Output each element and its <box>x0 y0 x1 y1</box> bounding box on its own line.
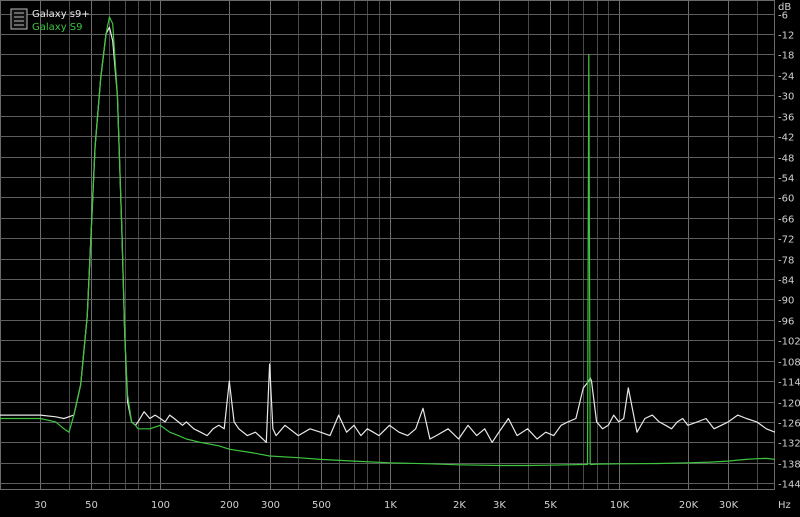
y-tick-label: -114 <box>778 378 800 389</box>
y-tick-label: -18 <box>778 51 794 62</box>
y-tick-label: -54 <box>778 174 794 185</box>
x-tick-label: 2K <box>453 500 466 511</box>
x-unit-label: Hz <box>778 500 791 511</box>
y-tick-label: -126 <box>778 419 800 430</box>
x-tick-label: 5K <box>544 500 557 511</box>
legend-label-galaxy-s9-plus: Galaxy s9+ <box>32 9 90 20</box>
plot-background <box>0 0 800 513</box>
x-tick-label: 20K <box>679 500 699 511</box>
legend-label-galaxy-s9: Galaxy S9 <box>32 22 83 33</box>
x-tick-label: 300 <box>261 500 280 511</box>
y-tick-label: -24 <box>778 72 794 83</box>
y-tick-label: -144 <box>778 480 800 491</box>
x-tick-label: 10K <box>610 500 630 511</box>
x-tick-label: 500 <box>312 500 331 511</box>
y-tick-label: -48 <box>778 154 794 165</box>
y-tick-label: -78 <box>778 256 794 267</box>
y-tick-label: -96 <box>778 317 794 328</box>
y-tick-label: -30 <box>778 92 794 103</box>
y-unit-label: dB <box>778 2 791 13</box>
x-tick-label: 100 <box>151 500 170 511</box>
y-tick-label: -42 <box>778 133 794 144</box>
x-tick-label: 50 <box>85 500 98 511</box>
x-tick-label: 1K <box>384 500 397 511</box>
y-tick-label: -60 <box>778 194 794 205</box>
y-tick-label: -120 <box>778 399 800 410</box>
legend-icon <box>10 8 28 30</box>
y-tick-label: -72 <box>778 235 794 246</box>
y-tick-label: -84 <box>778 276 794 287</box>
y-tick-label: -102 <box>778 337 800 348</box>
y-tick-label: -66 <box>778 215 794 226</box>
spectrum-chart: 30 50 100 200 300 500 1K 2K 3K 5K 10K 20K 30K -6 -12-… <box>0 0 800 513</box>
y-tick-label: -90 <box>778 296 794 307</box>
x-tick-label: 30 <box>34 500 47 511</box>
y-tick-label: -132 <box>778 439 800 450</box>
y-tick-label: -138 <box>778 460 800 471</box>
x-tick-label: 200 <box>220 500 239 511</box>
y-tick-label: -108 <box>778 358 800 369</box>
x-tick-label: 30K <box>719 500 739 511</box>
y-tick-label: -36 <box>778 113 794 124</box>
y-tick-label: -12 <box>778 31 794 42</box>
chart-svg: 30 50 100 200 300 500 1K 2K 3K 5K 10K 20K 30K -6-12-… <box>0 0 800 513</box>
x-tick-label: 3K <box>493 500 506 511</box>
